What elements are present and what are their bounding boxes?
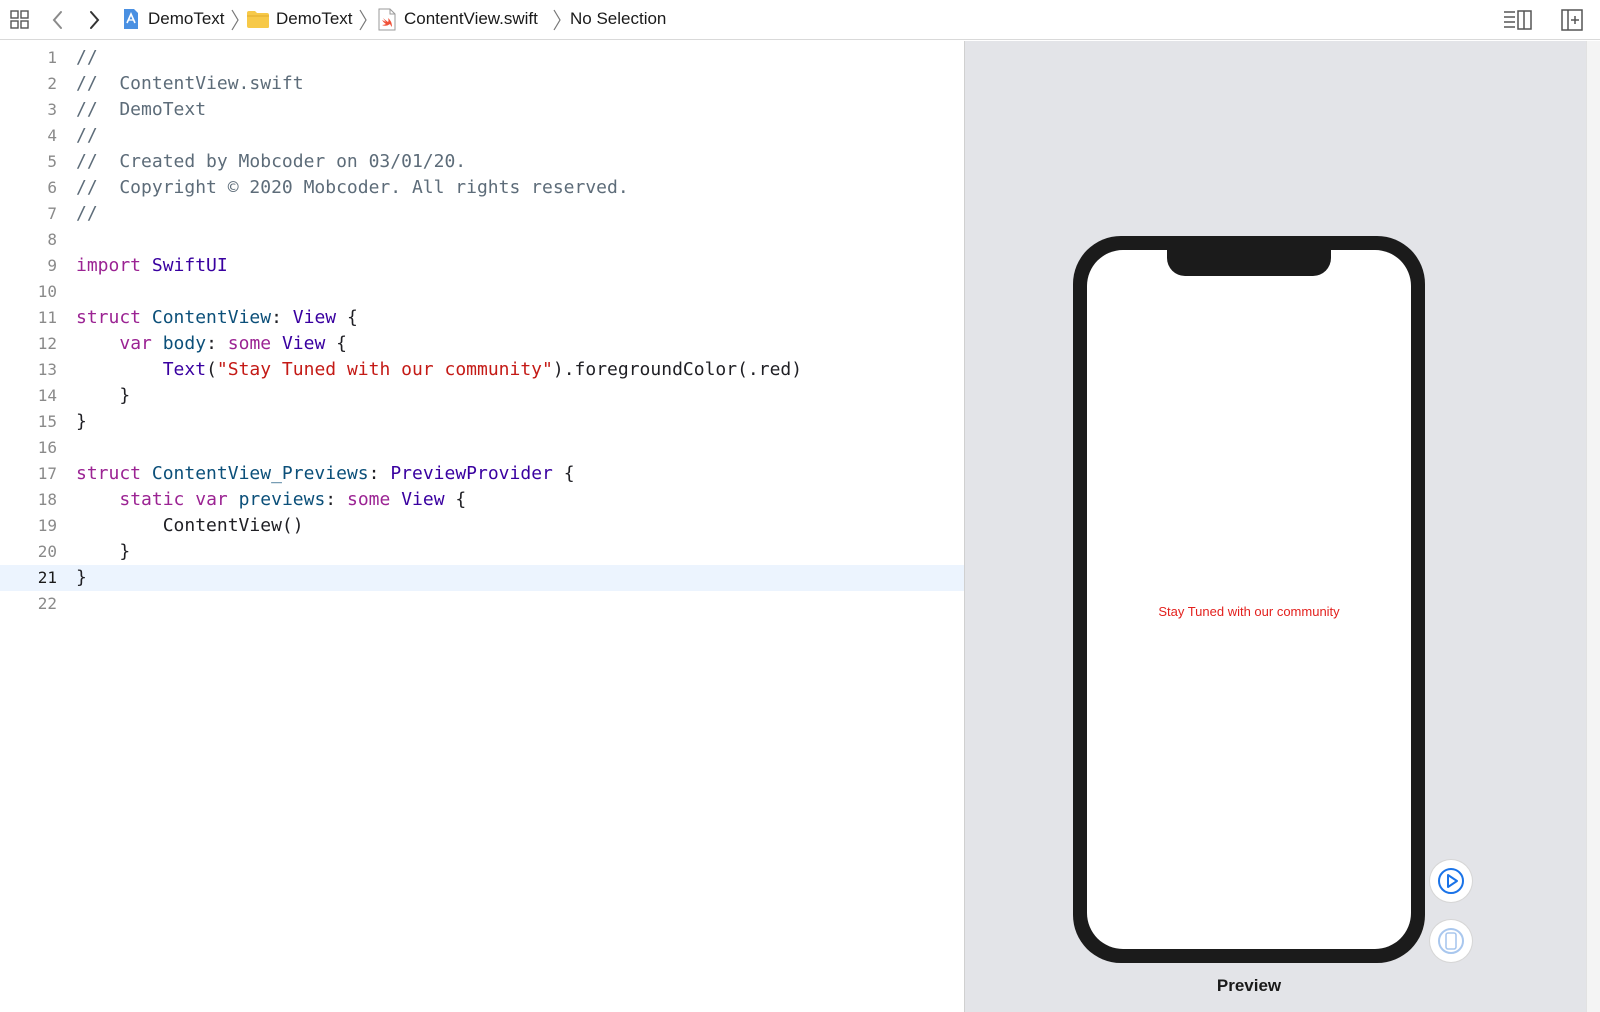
line-number: 6 — [47, 178, 57, 197]
line-number: 18 — [37, 490, 57, 509]
code-line[interactable]: 1 // — [0, 45, 964, 71]
line-number: 10 — [37, 282, 57, 301]
code-line-current[interactable]: 21} — [0, 565, 964, 591]
code-line[interactable]: 3 // DemoText — [0, 97, 964, 123]
line-number: 3 — [47, 100, 57, 119]
line-number: 1 — [47, 48, 57, 67]
code-line[interactable]: 16 — [0, 435, 964, 461]
preview-on-device-button[interactable] — [1430, 920, 1472, 962]
code-text: } — [76, 411, 87, 432]
line-number: 14 — [37, 386, 57, 405]
xcode-project-icon — [124, 9, 138, 29]
folder-icon — [247, 11, 269, 28]
code-editor[interactable]: 1 // 2 // ContentView.swift 3 // DemoText 4… — [0, 41, 965, 1012]
code-line[interactable]: 8 — [0, 227, 964, 253]
line-number: 13 — [37, 360, 57, 379]
breadcrumb-file[interactable]: ContentView.swift — [404, 0, 538, 38]
code-line[interactable]: 13 Text("Stay Tuned with our community")… — [0, 357, 964, 383]
add-editor-icon[interactable] — [1561, 9, 1583, 31]
swift-file-icon — [378, 8, 396, 31]
line-number: 17 — [37, 464, 57, 483]
chevron-right-icon — [359, 9, 367, 31]
line-number: 2 — [47, 74, 57, 93]
code-line[interactable]: 15} — [0, 409, 964, 435]
code-text: } — [76, 541, 131, 562]
line-number: 15 — [37, 412, 57, 431]
preview-label: Preview — [1216, 976, 1282, 995]
code-text: // Created by Mobcoder on 03/01/20. — [76, 151, 467, 172]
code-line[interactable]: 17 struct ContentView_Previews: PreviewPr… — [0, 461, 964, 487]
device-icon — [1438, 928, 1464, 954]
code-text: } — [76, 567, 87, 588]
editor-options-icon[interactable] — [1503, 9, 1533, 31]
code-text: struct ContentView: View { — [76, 307, 358, 328]
code-text: // ContentView.swift — [76, 73, 304, 94]
chevron-right-icon[interactable] — [86, 9, 102, 31]
code-text: // — [76, 47, 98, 68]
line-number: 4 — [47, 126, 57, 145]
code-line[interactable]: 6 // Copyright © 2020 Mobcoder. All right… — [0, 175, 964, 201]
breadcrumb-project[interactable]: DemoText — [148, 0, 225, 38]
code-text: // DemoText — [76, 99, 207, 120]
line-number: 9 — [47, 256, 57, 275]
device-frame: Stay Tuned with our community — [1073, 236, 1425, 963]
line-number: 5 — [47, 152, 57, 171]
code-line[interactable]: 2 // ContentView.swift — [0, 71, 964, 97]
code-text: var body: some View { — [119, 333, 348, 354]
code-text: // — [76, 203, 98, 224]
code-text: // Copyright © 2020 Mobcoder. All rights… — [76, 177, 629, 198]
code-text: struct ContentView_Previews: PreviewProv… — [76, 463, 575, 484]
line-number: 7 — [47, 204, 57, 223]
code-text: Text("Stay Tuned with our community").fo… — [162, 359, 803, 380]
line-number: 22 — [37, 594, 57, 613]
code-line[interactable]: 14 } — [0, 383, 964, 409]
code-line[interactable]: 4 // — [0, 123, 964, 149]
line-number: 11 — [37, 308, 57, 327]
device-notch — [1167, 250, 1331, 276]
code-line[interactable]: 11 struct ContentView: View { — [0, 305, 964, 331]
line-number: 19 — [37, 516, 57, 535]
preview-text: Stay Tuned with our community — [1158, 604, 1340, 619]
code-line[interactable]: 9 import SwiftUI — [0, 253, 964, 279]
breadcrumb-selection[interactable]: No Selection — [570, 0, 666, 38]
code-line[interactable]: 18 static var previews: some View { — [0, 487, 964, 513]
code-text: import SwiftUI — [76, 255, 228, 276]
play-circle-icon — [1438, 868, 1464, 894]
chevron-right-icon — [231, 9, 239, 31]
code-line[interactable]: 7 // — [0, 201, 964, 227]
code-line[interactable]: 19 ContentView() — [0, 513, 964, 539]
code-line[interactable]: 22 — [0, 591, 964, 617]
code-line[interactable]: 12 var body: some View { — [0, 331, 964, 357]
code-line[interactable]: 5 // Created by Mobcoder on 03/01/20. — [0, 149, 964, 175]
canvas-scrollbar[interactable] — [1586, 41, 1600, 1012]
line-number: 8 — [47, 230, 57, 249]
line-number: 20 — [37, 542, 57, 561]
grid-icon[interactable] — [9, 9, 31, 31]
line-number: 12 — [37, 334, 57, 353]
live-preview-button[interactable] — [1430, 860, 1472, 902]
breadcrumb-folder[interactable]: DemoText — [276, 0, 353, 38]
code-text: ContentView() — [76, 515, 304, 536]
line-number: 21 — [37, 568, 57, 587]
line-number: 16 — [37, 438, 57, 457]
code-text: } — [76, 385, 131, 406]
code-text: static var previews: some View { — [119, 489, 467, 510]
jump-bar: DemoText DemoText ContentView.swift No S… — [0, 0, 1600, 40]
chevron-right-icon — [553, 9, 561, 31]
code-line[interactable]: 10 — [0, 279, 964, 305]
code-line[interactable]: 20 } — [0, 539, 964, 565]
device-screen: Stay Tuned with our community — [1087, 250, 1411, 949]
chevron-left-icon[interactable] — [50, 9, 66, 31]
code-text: // — [76, 125, 98, 146]
